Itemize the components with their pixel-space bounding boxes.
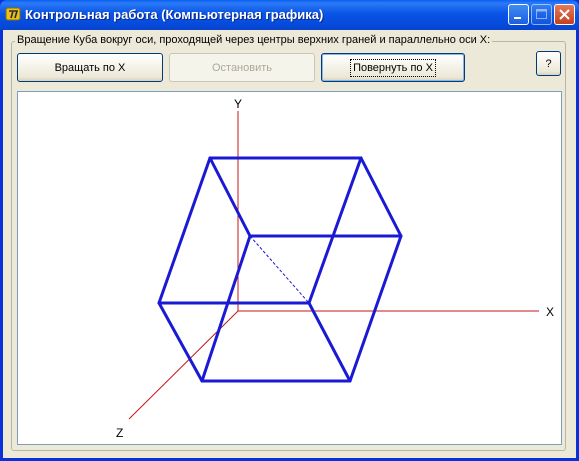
- cube: [157, 156, 403, 383]
- cube-hidden-edge: [249, 235, 310, 304]
- stop-button[interactable]: Остановить: [169, 53, 315, 82]
- help-button[interactable]: ?: [536, 51, 561, 76]
- y-axis-label: Y: [234, 97, 242, 111]
- rotate-x-button[interactable]: Вращать по X: [17, 53, 163, 82]
- help-button-label: ?: [545, 57, 552, 70]
- window-title: Контрольная работа (Компьютерная графика…: [25, 7, 324, 22]
- turn-x-button[interactable]: Повернуть по X: [321, 53, 465, 82]
- minimize-button[interactable]: [508, 4, 529, 25]
- cube-scene: Y X Z: [116, 97, 554, 440]
- rotate-x-button-label: Вращать по X: [54, 61, 126, 74]
- maximize-icon: [536, 9, 547, 19]
- stop-button-label: Остановить: [211, 61, 273, 74]
- cube-edge: [200, 234, 252, 383]
- cube-edge: [348, 234, 403, 383]
- client-area: Вращение Куба вокруг оси, проходящей чер…: [3, 30, 576, 458]
- close-button[interactable]: [554, 4, 575, 25]
- cube-edge: [307, 156, 363, 305]
- application-window: Контрольная работа (Компьютерная графика…: [0, 0, 579, 461]
- close-icon: [559, 9, 570, 20]
- cube-edge: [157, 156, 212, 305]
- z-axis-label: Z: [116, 426, 123, 440]
- cube-edge: [307, 301, 352, 383]
- turn-x-button-label: Повернуть по X: [350, 58, 436, 77]
- cube-edge: [208, 156, 252, 238]
- x-axis-label: X: [546, 305, 554, 319]
- cube-edge: [157, 301, 204, 383]
- drawing-canvas: Y X Z: [17, 91, 562, 445]
- app-icon: [5, 7, 21, 21]
- minimize-icon: [514, 17, 521, 19]
- cube-edge: [359, 156, 403, 238]
- maximize-button[interactable]: [531, 4, 552, 25]
- title-bar[interactable]: Контрольная работа (Компьютерная графика…: [0, 0, 579, 30]
- z-axis: [128, 310, 239, 420]
- groupbox-caption: Вращение Куба вокруг оси, проходящей чер…: [15, 34, 493, 46]
